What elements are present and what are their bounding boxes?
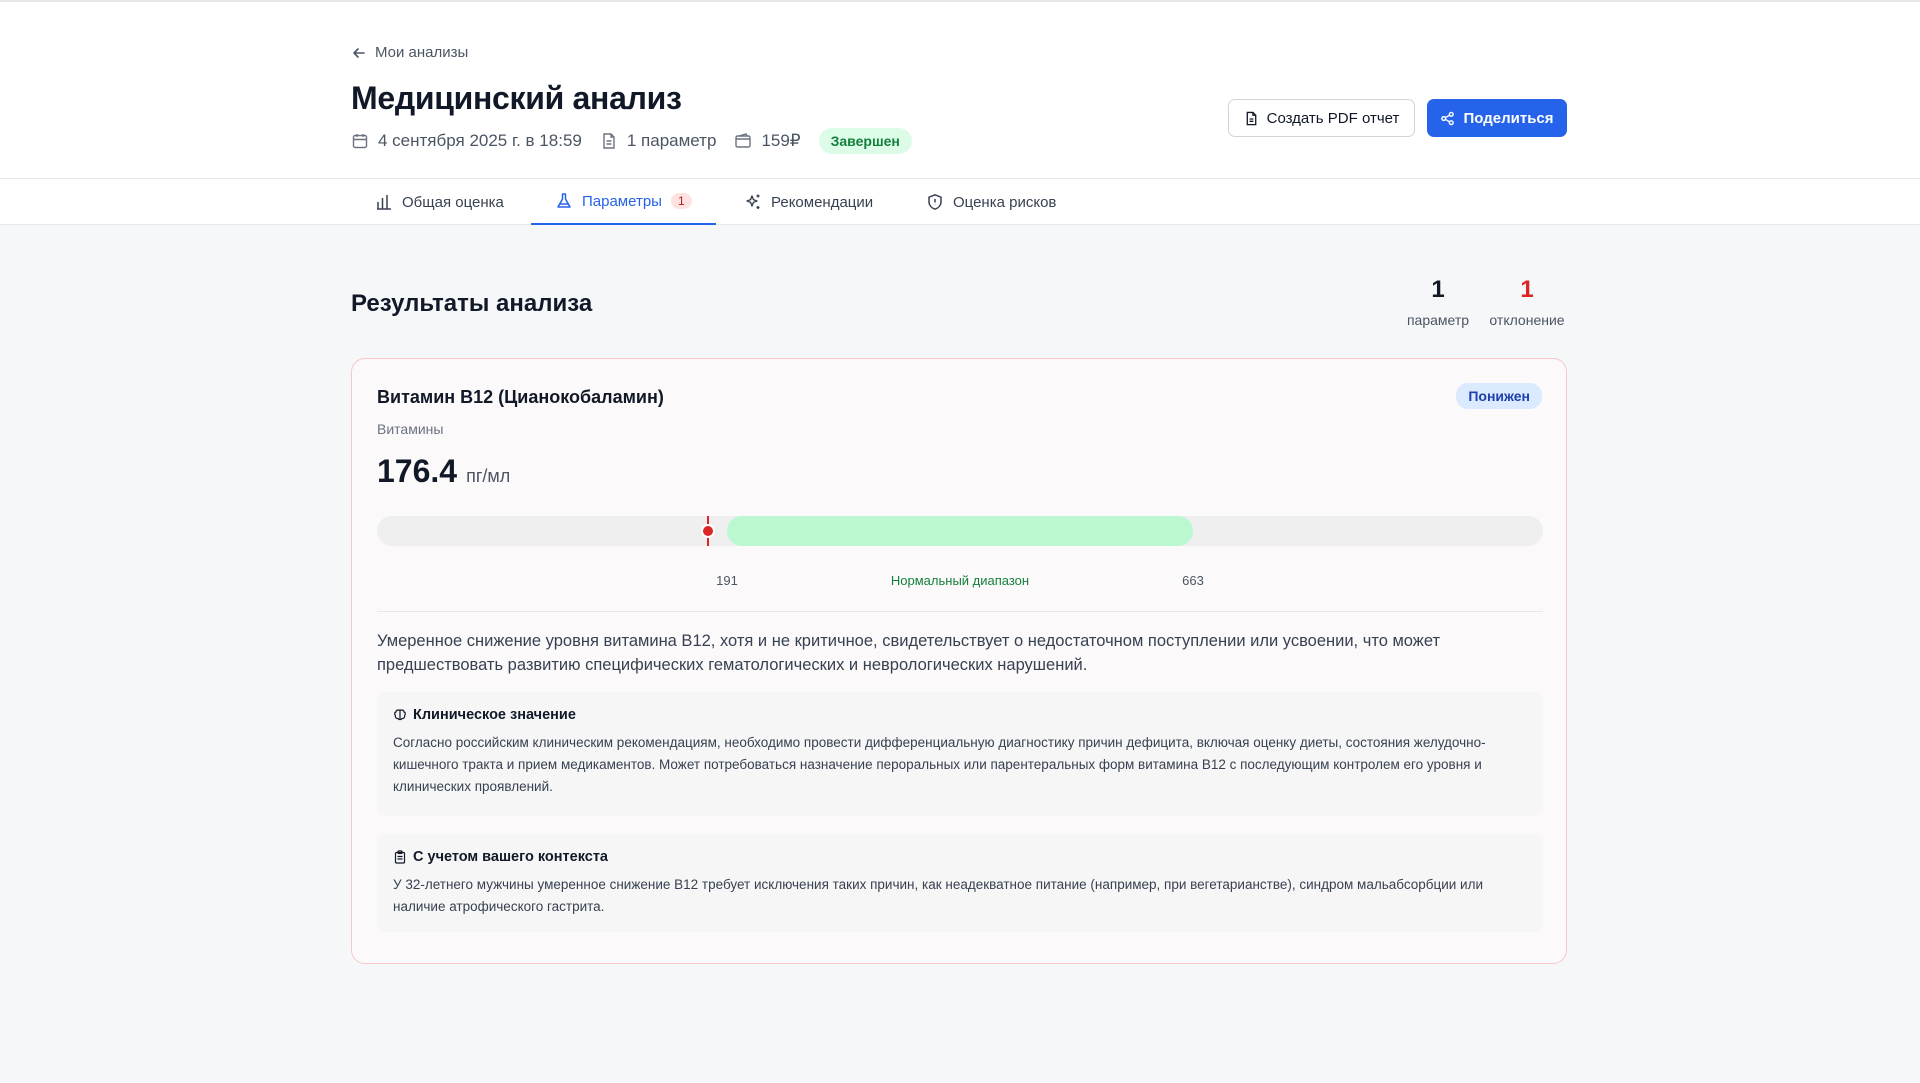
share-icon (1441, 111, 1455, 125)
personal-context-title: С учетом вашего контекста (393, 849, 1527, 865)
meta-params-text: 1 параметр (626, 131, 717, 150)
parameter-status-badge: Понижен (1456, 383, 1542, 409)
page-header: Мои анализы Медицинский анализ 4 сентябр… (0, 0, 1920, 179)
share-label: Поделиться (1463, 109, 1554, 127)
create-pdf-button[interactable]: Создать PDF отчет (1228, 99, 1415, 137)
arrow-left-icon (353, 47, 365, 58)
sparkles-icon (746, 194, 760, 209)
range-normal-label: Нормальный диапазон (890, 573, 1030, 588)
tab-overview[interactable]: Общая оценка (375, 179, 504, 225)
share-button[interactable]: Поделиться (1427, 99, 1567, 137)
meta-date-text: 4 сентября 2025 г. в 18:59 (378, 131, 582, 150)
range-high-label: 663 (1182, 573, 1204, 588)
shield-icon (928, 194, 942, 210)
meta-params: 1 параметр (600, 131, 717, 151)
meta-price: 159₽ (734, 131, 801, 151)
tab-parameters-count: 1 (670, 193, 692, 209)
clipboard-icon (394, 850, 406, 864)
stat-deviations-value: 1 (1520, 276, 1534, 303)
stat-deviations: 1 отклонение (1486, 276, 1568, 328)
back-link[interactable]: Мои анализы (351, 44, 468, 61)
personal-context-heading: С учетом вашего контекста (413, 849, 608, 865)
meta-price-text: 159₽ (761, 131, 801, 150)
calendar-icon (352, 134, 368, 149)
create-pdf-label: Создать PDF отчет (1266, 109, 1400, 127)
stat-parameters-label: параметр (1406, 312, 1470, 328)
stat-parameters: 1 параметр (1406, 276, 1470, 328)
parameter-card: Витамин B12 (Цианокобаламин) Витамины По… (351, 358, 1567, 964)
document-icon (603, 133, 615, 149)
clinical-significance-text: Согласно российским клиническим рекоменд… (393, 735, 1486, 794)
parameter-category: Витамины (377, 421, 444, 437)
personal-context-box: С учетом вашего контекста У 32-летнего м… (377, 834, 1543, 932)
tab-overview-label: Общая оценка (402, 193, 504, 211)
stat-parameters-value: 1 (1431, 276, 1445, 303)
stat-deviations-label: отклонение (1489, 312, 1565, 328)
results-title: Результаты анализа (351, 290, 593, 317)
tab-risk-assessment[interactable]: Оценка рисков (926, 179, 1056, 225)
tab-risk-assessment-label: Оценка рисков (953, 193, 1057, 211)
page-title: Медицинский анализ (351, 80, 682, 116)
status-badge: Завершен (818, 128, 912, 154)
range-low-label: 191 (716, 573, 738, 588)
parameter-value-row: 176.4 пг/мл (377, 453, 510, 490)
value-marker-dot (701, 524, 715, 538)
parameter-value: 176.4 (377, 453, 458, 489)
meta-date: 4 сентября 2025 г. в 18:59 (351, 131, 582, 151)
analysis-meta: 4 сентября 2025 г. в 18:59 1 параметр 15… (351, 128, 912, 154)
tab-parameters[interactable]: Параметры 1 (531, 179, 716, 225)
flask-icon (557, 193, 571, 208)
normal-range-segment (727, 516, 1193, 546)
wallet-icon (735, 133, 752, 148)
range-bar (377, 516, 1543, 546)
back-link-label: Мои анализы (375, 44, 469, 61)
bar-chart-icon (377, 195, 391, 210)
clinical-significance-box: Клиническое значение Согласно российским… (377, 692, 1543, 816)
parameter-name: Витамин B12 (Цианокобаламин) (377, 387, 664, 407)
tab-recommendations[interactable]: Рекомендации (744, 179, 873, 225)
clinical-significance-title: Клиническое значение (393, 707, 1527, 723)
tab-parameters-label: Параметры (582, 192, 662, 210)
clinical-significance-heading: Клиническое значение (413, 707, 576, 723)
tab-bar: Общая оценка Параметры 1 Рекомендации Оц… (0, 179, 1920, 225)
parameter-summary: Умеренное снижение уровня витамина B12, … (377, 632, 1441, 674)
file-pdf-icon (1246, 111, 1256, 125)
card-divider (377, 611, 1543, 612)
tab-recommendations-label: Рекомендации (771, 193, 874, 211)
brain-icon (394, 709, 406, 721)
personal-context-text: У 32-летнего мужчины умеренное снижение … (393, 877, 1484, 914)
parameter-unit: пг/мл (466, 466, 511, 486)
